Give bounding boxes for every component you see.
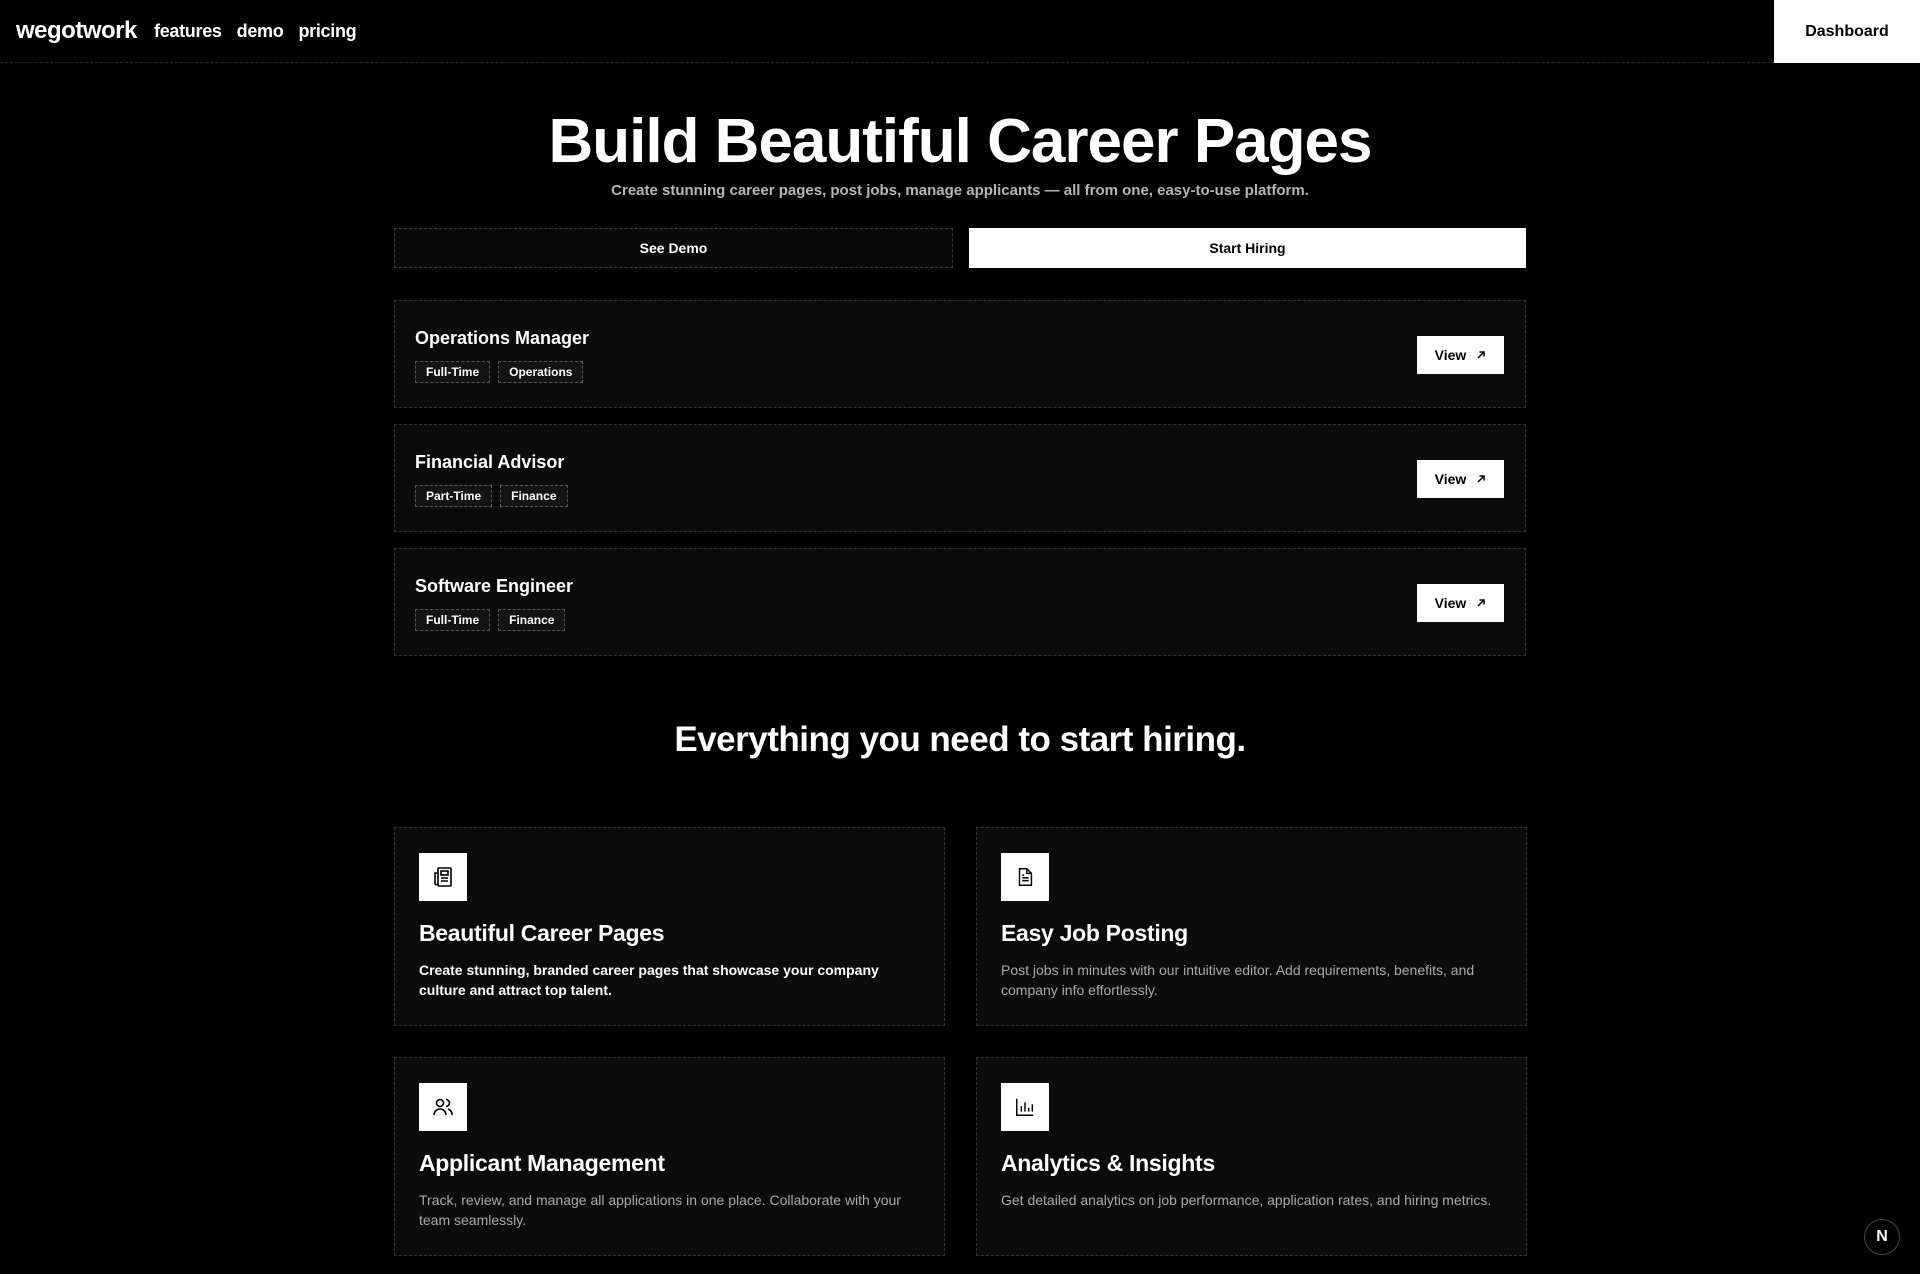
job-card: Financial Advisor Part-Time Finance View (394, 424, 1526, 532)
job-card: Operations Manager Full-Time Operations … (394, 300, 1526, 408)
nav-links: features demo pricing (154, 21, 357, 42)
view-job-button[interactable]: View (1417, 336, 1504, 374)
feature-description: Get detailed analytics on job performanc… (1001, 1192, 1492, 1208)
brand-logo[interactable]: wegotwork (16, 17, 137, 45)
job-department-tag: Finance (500, 485, 568, 507)
document-icon (1001, 853, 1049, 901)
job-tags: Full-Time Operations (415, 361, 584, 383)
job-department-tag: Finance (498, 609, 566, 631)
nextjs-dev-badge[interactable]: N (1864, 1219, 1900, 1255)
top-navbar: wegotwork features demo pricing Dashboar… (0, 0, 1920, 63)
feature-description: Track, review, and manage all applicatio… (419, 1192, 901, 1228)
arrow-up-right-icon (1477, 475, 1486, 483)
job-card: Software Engineer Full-Time Finance View (394, 548, 1526, 656)
see-demo-button[interactable]: See Demo (394, 228, 953, 268)
feature-card: Easy Job Posting Post jobs in minutes wi… (976, 827, 1527, 1026)
newspaper-icon (419, 853, 467, 901)
view-label: View (1434, 595, 1467, 611)
job-tags: Full-Time Finance (415, 609, 566, 631)
job-type-tag: Full-Time (415, 361, 491, 383)
hero-title: Build Beautiful Career Pages (548, 107, 1372, 176)
arrow-up-right-icon (1477, 351, 1486, 359)
feature-title: Beautiful Career Pages (419, 920, 665, 946)
nav-link-demo[interactable]: demo (237, 21, 284, 42)
feature-card: Applicant Management Track, review, and … (394, 1057, 945, 1256)
job-tags: Part-Time Finance (415, 485, 568, 507)
feature-card: Beautiful Career Pages Create stunning, … (394, 827, 945, 1026)
feature-title: Easy Job Posting (1001, 920, 1188, 946)
job-title: Financial Advisor (415, 452, 565, 472)
job-department-tag: Operations (498, 361, 584, 383)
start-hiring-button[interactable]: Start Hiring (969, 228, 1526, 268)
nav-link-features[interactable]: features (154, 21, 222, 42)
view-label: View (1434, 471, 1467, 487)
job-title: Software Engineer (415, 576, 574, 596)
view-job-button[interactable]: View (1417, 460, 1504, 498)
job-type-tag: Part-Time (415, 485, 493, 507)
dashboard-button[interactable]: Dashboard (1774, 0, 1920, 63)
view-job-button[interactable]: View (1417, 584, 1504, 622)
job-type-tag: Full-Time (415, 609, 491, 631)
features-section-title: Everything you need to start hiring. (674, 720, 1246, 759)
users-icon (419, 1083, 467, 1131)
feature-description: Post jobs in minutes with our intuitive … (1001, 962, 1475, 998)
feature-description: Create stunning, branded career pages th… (419, 962, 879, 998)
bar-chart-icon (1001, 1083, 1049, 1131)
feature-title: Analytics & Insights (1001, 1150, 1215, 1176)
hero-subtitle: Create stunning career pages, post jobs,… (611, 182, 1309, 199)
view-label: View (1434, 347, 1467, 363)
feature-title: Applicant Management (419, 1150, 665, 1176)
job-title: Operations Manager (415, 328, 590, 348)
feature-card: Analytics & Insights Get detailed analyt… (976, 1057, 1527, 1256)
nav-link-pricing[interactable]: pricing (298, 21, 356, 42)
arrow-up-right-icon (1477, 599, 1486, 607)
